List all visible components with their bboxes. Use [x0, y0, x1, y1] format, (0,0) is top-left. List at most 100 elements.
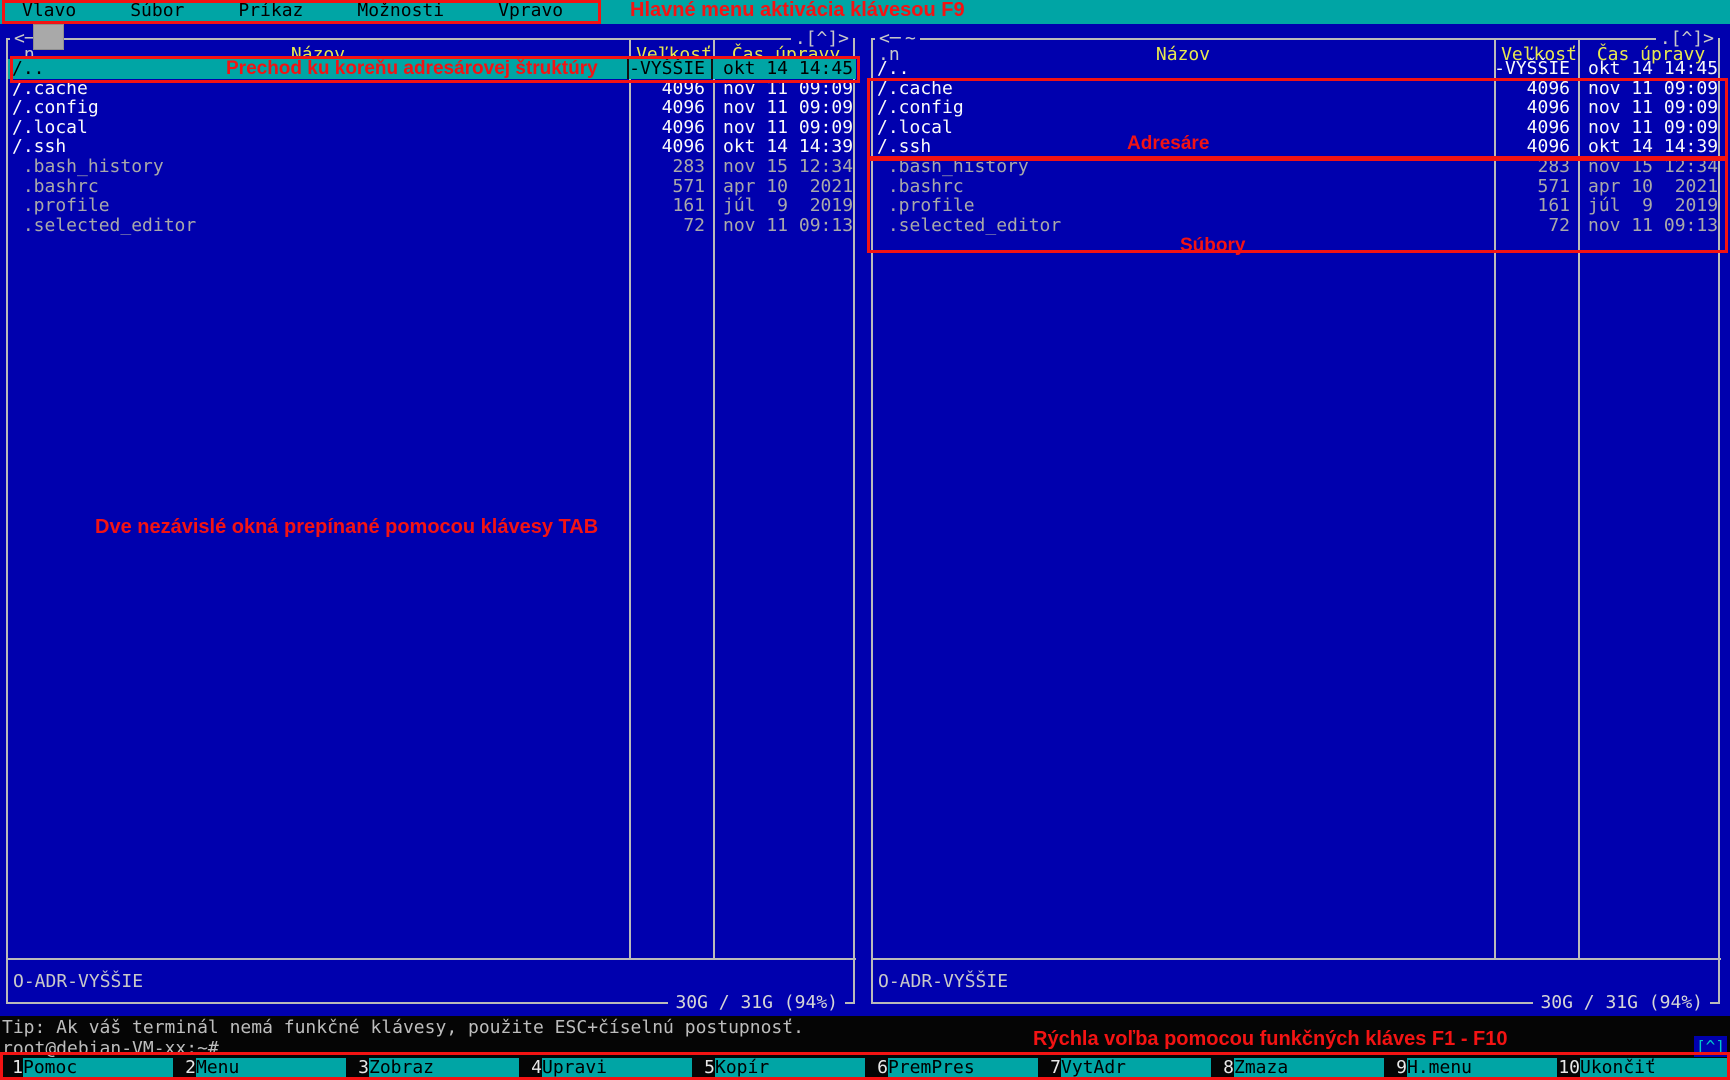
- file-row[interactable]: .bashrc 571 apr 10 2021: [873, 177, 1721, 197]
- file-row[interactable]: /.ssh 4096 okt 14 14:39: [873, 137, 1721, 157]
- file-row[interactable]: /.cache 4096 nov 11 09:09: [873, 79, 1721, 99]
- function-key[interactable]: 3 Zobraz: [346, 1058, 519, 1080]
- function-key-number: 8: [1211, 1058, 1234, 1080]
- function-key-label: PremPres: [888, 1058, 1038, 1080]
- file-name: .bash_history: [8, 157, 627, 177]
- file-size: 4096: [1492, 79, 1578, 99]
- file-mtime: nov 11 09:09: [713, 98, 856, 118]
- menu-item-options[interactable]: Možnosti: [357, 1, 444, 21]
- shell-prompt[interactable]: root@debian-VM-xx:~#: [2, 1039, 219, 1059]
- file-row[interactable]: .selected_editor 72 nov 11 09:13: [8, 216, 856, 236]
- file-row[interactable]: /.local 4096 nov 11 09:09: [8, 118, 856, 138]
- function-key-label: Pomoc: [23, 1058, 173, 1080]
- function-key-label: Zobraz: [369, 1058, 519, 1080]
- file-name: /.config: [8, 98, 627, 118]
- panel-indicator-icon[interactable]: [^]: [1694, 1036, 1727, 1057]
- file-mtime: júl 9 2019: [713, 196, 856, 216]
- hint-line: Tip: Ak váš terminál nemá funkčné kláves…: [2, 1018, 804, 1038]
- file-name: .bashrc: [873, 177, 1492, 197]
- function-key[interactable]: 1 Pomoc: [0, 1058, 173, 1080]
- file-row[interactable]: .bash_history 283 nov 15 12:34: [8, 157, 856, 177]
- menu-item-command[interactable]: Príkaz: [238, 1, 303, 21]
- file-size: 4096: [627, 137, 713, 157]
- function-key-label: Ukončiť: [1580, 1058, 1730, 1080]
- file-row[interactable]: .bashrc 571 apr 10 2021: [8, 177, 856, 197]
- file-list: /.. -VYŠŠIE okt 14 14:45 /.cache 4096 no…: [8, 59, 856, 235]
- file-size: 161: [1492, 196, 1578, 216]
- mc-terminal-screen: Vlavo Súbor Príkaz Možnosti Vpravo <─ ~ …: [0, 0, 1730, 1080]
- file-size: 4096: [627, 118, 713, 138]
- file-mtime: okt 14 14:39: [713, 137, 856, 157]
- file-mtime: okt 14 14:39: [1578, 137, 1721, 157]
- file-size: 72: [1492, 216, 1578, 236]
- function-key[interactable]: 7 VytAdr: [1038, 1058, 1211, 1080]
- menu-item-right[interactable]: Vpravo: [498, 1, 563, 21]
- function-key-label: VytAdr: [1061, 1058, 1211, 1080]
- file-name: /.cache: [873, 79, 1492, 99]
- file-name: /.local: [8, 118, 627, 138]
- file-row[interactable]: .profile 161 júl 9 2019: [8, 196, 856, 216]
- file-name: /.local: [873, 118, 1492, 138]
- file-row[interactable]: /.. -VYŠŠIE okt 14 14:45: [8, 59, 856, 79]
- file-mtime: nov 11 09:09: [713, 79, 856, 99]
- file-mtime: nov 11 09:09: [1578, 118, 1721, 138]
- panel-separator-line: [873, 958, 1721, 960]
- file-mtime: apr 10 2021: [1578, 177, 1721, 197]
- file-size: 283: [627, 157, 713, 177]
- function-key-label: H.menu: [1407, 1058, 1557, 1080]
- function-key[interactable]: 9 H.menu: [1384, 1058, 1557, 1080]
- menu-bar: Vlavo Súbor Príkaz Možnosti Vpravo: [0, 0, 1730, 24]
- menu-item-left[interactable]: Vlavo: [22, 1, 76, 21]
- file-mtime: nov 15 12:34: [713, 157, 856, 177]
- function-key[interactable]: 5 Kopír: [692, 1058, 865, 1080]
- file-mtime: nov 11 09:09: [1578, 79, 1721, 99]
- file-list: /.. -VYŠŠIE okt 14 14:45 /.cache 4096 no…: [873, 59, 1721, 235]
- file-size: 571: [627, 177, 713, 197]
- file-size: 4096: [1492, 98, 1578, 118]
- file-mtime: okt 14 14:45: [1578, 59, 1721, 79]
- file-row[interactable]: /.config 4096 nov 11 09:09: [8, 98, 856, 118]
- file-row[interactable]: .selected_editor 72 nov 11 09:13: [873, 216, 1721, 236]
- file-size: -VYŠŠIE: [627, 59, 713, 79]
- file-row[interactable]: /.cache 4096 nov 11 09:09: [8, 79, 856, 99]
- mouse-cursor-block: [33, 24, 64, 50]
- file-row[interactable]: /.config 4096 nov 11 09:09: [873, 98, 1721, 118]
- function-key[interactable]: 6 PremPres: [865, 1058, 1038, 1080]
- function-key[interactable]: 8 Zmaza: [1211, 1058, 1384, 1080]
- file-name: /.ssh: [873, 137, 1492, 157]
- function-key-label: Upravi: [542, 1058, 692, 1080]
- function-key-label: Kopír: [715, 1058, 865, 1080]
- file-size: 161: [627, 196, 713, 216]
- file-mtime: nov 15 12:34: [1578, 157, 1721, 177]
- file-mtime: apr 10 2021: [713, 177, 856, 197]
- file-size: 4096: [627, 79, 713, 99]
- menu-item-file[interactable]: Súbor: [130, 1, 184, 21]
- file-name: /..: [8, 59, 627, 79]
- file-row[interactable]: /.local 4096 nov 11 09:09: [873, 118, 1721, 138]
- file-row[interactable]: /.. -VYŠŠIE okt 14 14:45: [873, 59, 1721, 79]
- panel-separator-line: [8, 958, 856, 960]
- function-key-number: 2: [173, 1058, 196, 1080]
- file-mtime: okt 14 14:45: [713, 59, 856, 79]
- file-name: .selected_editor: [8, 216, 627, 236]
- file-name: .profile: [873, 196, 1492, 216]
- file-mtime: júl 9 2019: [1578, 196, 1721, 216]
- file-size: 4096: [1492, 118, 1578, 138]
- file-row[interactable]: .profile 161 júl 9 2019: [873, 196, 1721, 216]
- function-key[interactable]: 2 Menu: [173, 1058, 346, 1080]
- file-size: 283: [1492, 157, 1578, 177]
- mini-status: O-ADR-VYŠŠIE: [13, 972, 143, 992]
- file-name: /.ssh: [8, 137, 627, 157]
- function-key[interactable]: 10 Ukončiť: [1557, 1058, 1730, 1080]
- function-key-number: 7: [1038, 1058, 1061, 1080]
- file-name: .bashrc: [8, 177, 627, 197]
- file-mtime: nov 11 09:13: [713, 216, 856, 236]
- function-key[interactable]: 4 Upravi: [519, 1058, 692, 1080]
- file-row[interactable]: /.ssh 4096 okt 14 14:39: [8, 137, 856, 157]
- file-name: .profile: [8, 196, 627, 216]
- file-row[interactable]: .bash_history 283 nov 15 12:34: [873, 157, 1721, 177]
- left-panel: <─ ~ .[^]> .n Názov Veľkosť Čas úpravy /…: [0, 24, 865, 1016]
- file-size: 72: [627, 216, 713, 236]
- file-name: /.config: [873, 98, 1492, 118]
- file-size: 4096: [1492, 137, 1578, 157]
